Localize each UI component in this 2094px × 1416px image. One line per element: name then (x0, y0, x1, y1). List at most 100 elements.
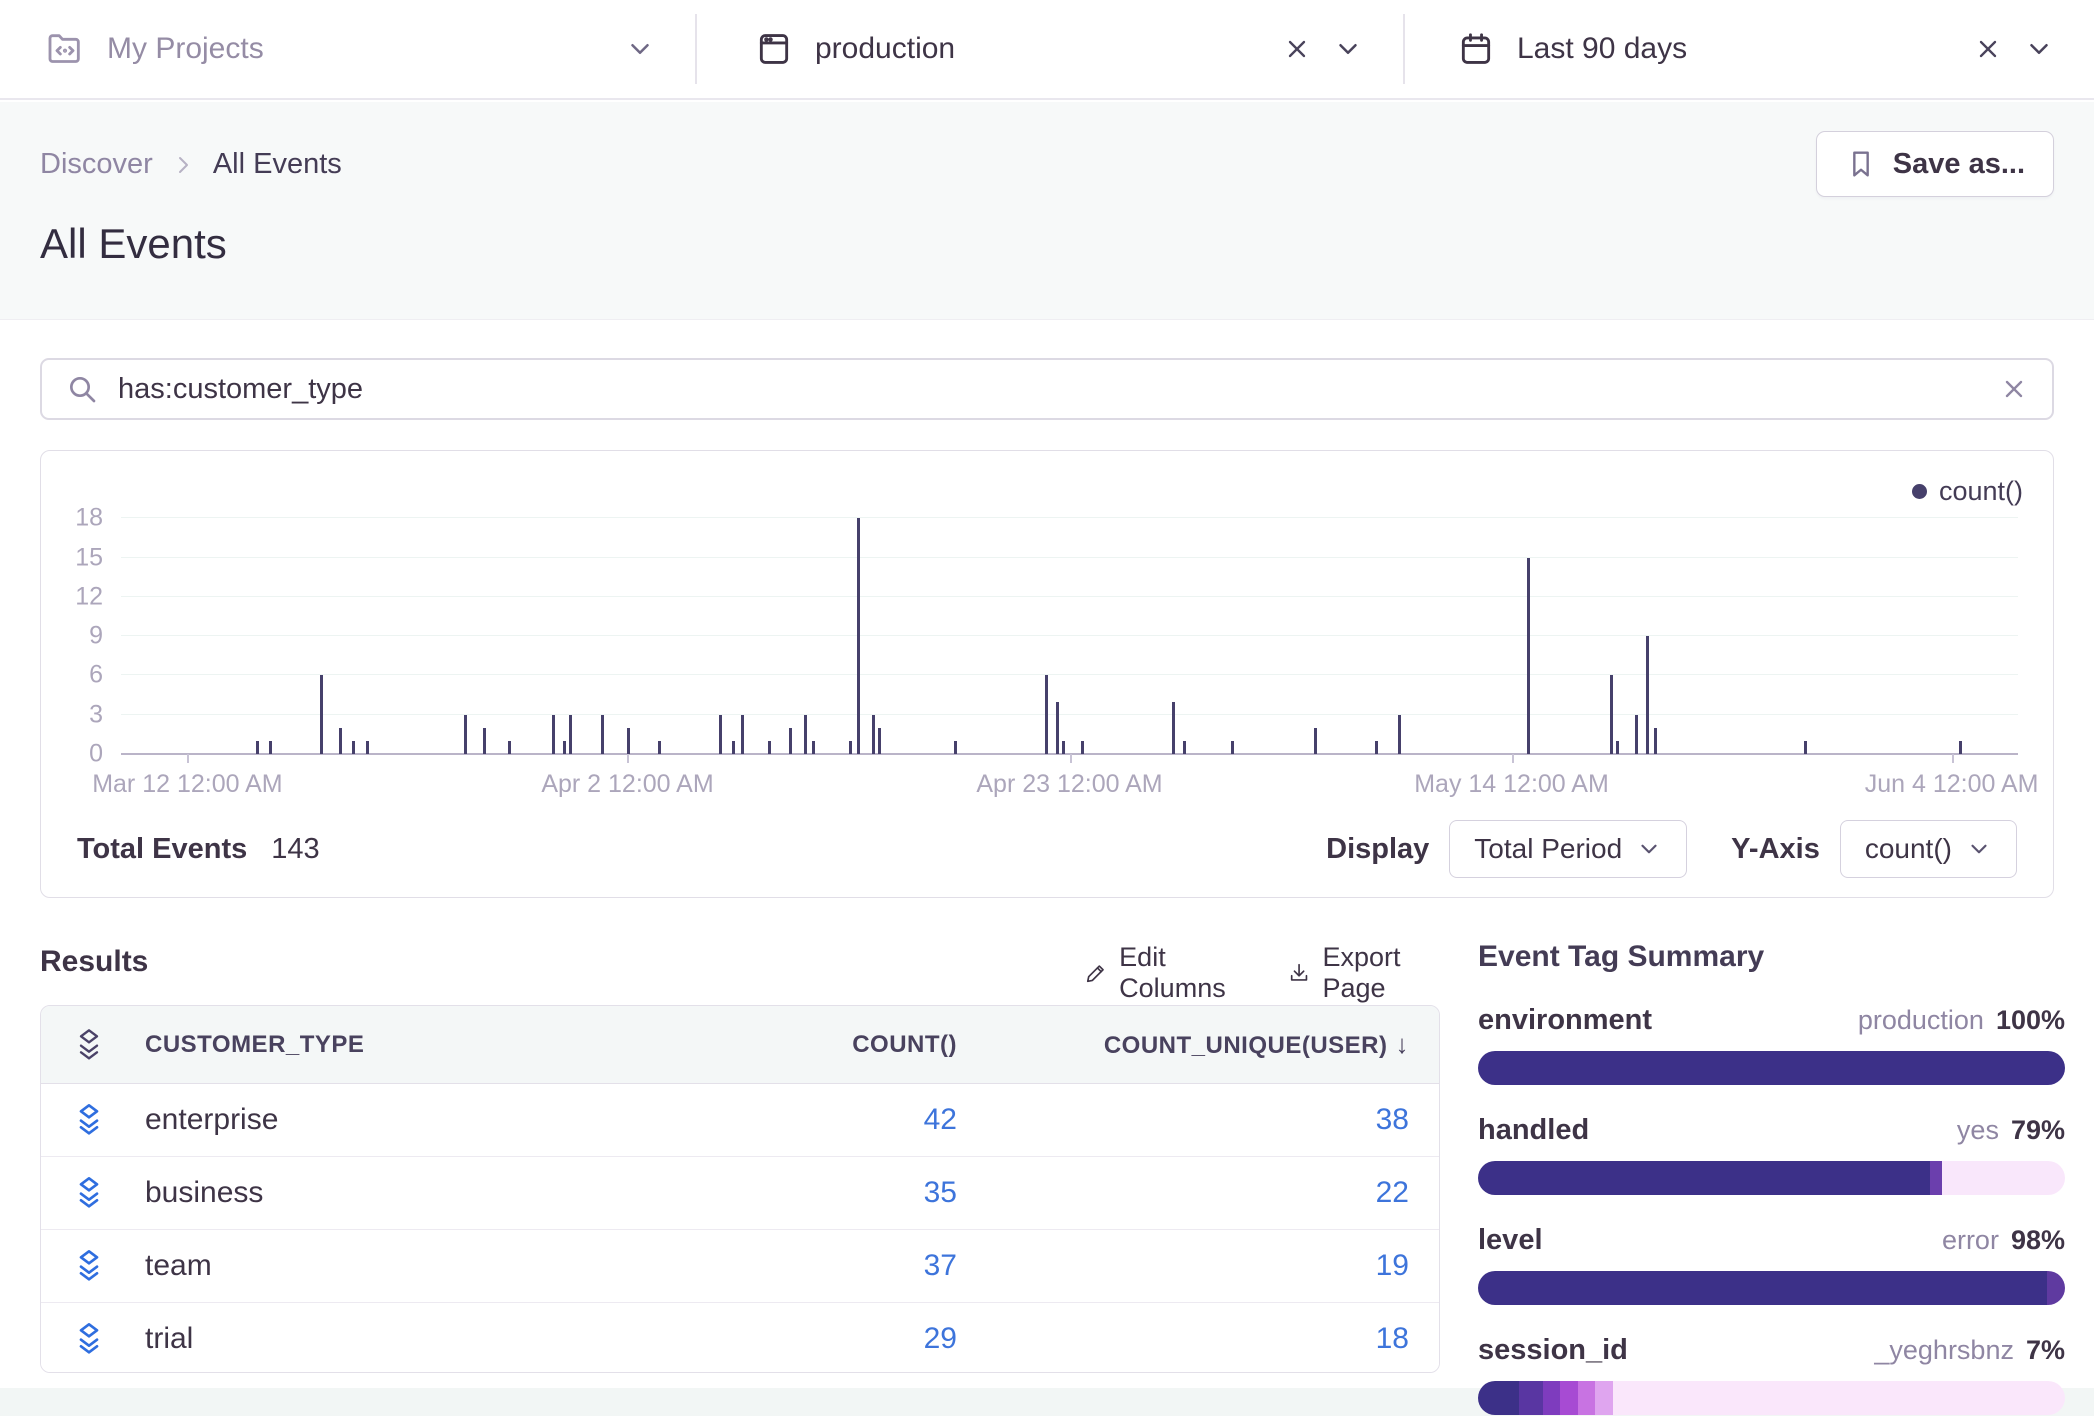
y-axis-value: count() (1865, 833, 1952, 865)
tag-percent: 98% (2011, 1225, 2065, 1256)
environment-selector-label: production (815, 32, 955, 66)
tag-top-value: error (1942, 1225, 1999, 1256)
event-count-bar (878, 728, 881, 754)
environment-window-icon (755, 30, 793, 68)
event-count-bar (256, 741, 259, 754)
results-table: CUSTOMER_TYPE COUNT() COUNT_UNIQUE(USER)… (40, 1005, 1440, 1373)
count-cell-link[interactable]: 37 (657, 1249, 957, 1283)
clear-search-icon[interactable] (2000, 375, 2028, 403)
search-input[interactable]: has:customer_type (118, 373, 2000, 406)
total-events-label: Total Events (77, 833, 247, 866)
column-header-customer-type[interactable]: CUSTOMER_TYPE (145, 1031, 657, 1059)
tag-top-value: yes (1957, 1115, 1999, 1146)
project-selector[interactable]: My Projects (0, 0, 695, 98)
events-chart-card: count() 0369121518Mar 12 12:00 AMApr 2 1… (40, 450, 2054, 898)
tag-bar-segment (1578, 1381, 1596, 1415)
save-as-button[interactable]: Save as... (1816, 131, 2054, 197)
event-count-bar (768, 741, 771, 754)
count-unique-cell-link[interactable]: 19 (957, 1249, 1409, 1283)
save-as-label: Save as... (1893, 148, 2025, 181)
events-time-series-plot: 0369121518Mar 12 12:00 AMApr 2 12:00 AMA… (121, 476, 2018, 754)
layers-icon (73, 1248, 105, 1284)
x-axis-tick-label: Apr 23 12:00 AM (976, 770, 1162, 799)
count-unique-cell-link[interactable]: 22 (957, 1176, 1409, 1210)
event-count-bar (857, 518, 860, 754)
event-tag-summary: Event Tag Summary environmentproduction1… (1478, 940, 2065, 1416)
y-axis-tick-label: 9 (89, 622, 121, 651)
customer-type-cell: team (145, 1249, 657, 1283)
event-count-bar (658, 741, 661, 754)
table-row: enterprise4238 (41, 1084, 1439, 1157)
clear-environment-icon[interactable] (1283, 35, 1311, 63)
column-header-count-unique[interactable]: COUNT_UNIQUE(USER)↓ (957, 1029, 1409, 1060)
breadcrumb-current: All Events (213, 148, 342, 181)
breadcrumb: Discover All Events (40, 148, 342, 181)
gridline (121, 714, 2018, 715)
event-count-bar (1610, 675, 1613, 754)
event-count-bar (1056, 702, 1059, 754)
event-count-bar (1231, 741, 1234, 754)
gridline (121, 517, 2018, 518)
x-axis-tick-label: Mar 12 12:00 AM (92, 770, 282, 799)
export-page-button[interactable]: Export Page (1288, 942, 1440, 1004)
tag-distribution-bar[interactable] (1478, 1161, 2065, 1195)
chevron-down-icon (625, 34, 655, 64)
event-count-bar (789, 728, 792, 754)
table-row: team3719 (41, 1230, 1439, 1303)
event-count-bar (741, 715, 744, 754)
display-mode-dropdown[interactable]: Total Period (1449, 820, 1687, 878)
event-count-bar (849, 741, 852, 754)
edit-columns-button[interactable]: Edit Columns (1085, 942, 1246, 1004)
date-range-selector[interactable]: Last 90 days (1405, 0, 2094, 98)
event-count-bar (552, 715, 555, 754)
event-count-bar (569, 715, 572, 754)
layers-icon (73, 1102, 105, 1138)
table-row: trial2918 (41, 1303, 1439, 1373)
event-count-bar (1616, 741, 1619, 754)
column-header-count[interactable]: COUNT() (657, 1031, 957, 1059)
x-axis-tick (1070, 754, 1072, 763)
tag-distribution-bar[interactable] (1478, 1271, 2065, 1305)
layers-icon (73, 1175, 105, 1211)
event-count-bar (1045, 675, 1048, 754)
event-count-bar (352, 741, 355, 754)
event-count-bar (1183, 741, 1186, 754)
export-page-label: Export Page (1322, 942, 1440, 1004)
event-tag-summary-heading: Event Tag Summary (1478, 940, 2065, 974)
event-count-bar (269, 741, 272, 754)
tag-bar-segment (1930, 1161, 1942, 1195)
tag-bar-segment (1478, 1271, 2047, 1305)
results-actions: Edit Columns Export Page (1085, 942, 1440, 1004)
event-count-bar (1062, 741, 1065, 754)
y-axis-tick-label: 0 (89, 740, 121, 769)
x-axis-tick-label: Apr 2 12:00 AM (541, 770, 713, 799)
layers-icon (73, 1027, 105, 1063)
gridline (121, 635, 2018, 636)
event-count-bar (627, 728, 630, 754)
customer-type-cell: enterprise (145, 1103, 657, 1137)
results-table-header: CUSTOMER_TYPE COUNT() COUNT_UNIQUE(USER)… (41, 1006, 1439, 1084)
count-unique-cell-link[interactable]: 38 (957, 1103, 1409, 1137)
search-bar[interactable]: has:customer_type (40, 358, 2054, 420)
environment-selector[interactable]: production (697, 0, 1403, 98)
tag-distribution-bar[interactable] (1478, 1381, 2065, 1415)
y-axis-dropdown[interactable]: count() (1840, 820, 2017, 878)
y-axis-tick-label: 3 (89, 700, 121, 729)
tag-bar-segment (1613, 1381, 2065, 1415)
breadcrumb-discover-link[interactable]: Discover (40, 148, 153, 181)
chevron-down-icon (1333, 34, 1363, 64)
breadcrumb-chevron-icon (171, 153, 195, 177)
gridline (121, 557, 2018, 558)
count-cell-link[interactable]: 29 (657, 1322, 957, 1356)
count-unique-cell-link[interactable]: 18 (957, 1322, 1409, 1356)
count-cell-link[interactable]: 35 (657, 1176, 957, 1210)
count-cell-link[interactable]: 42 (657, 1103, 957, 1137)
event-count-bar (719, 715, 722, 754)
tag-name: environment (1478, 1004, 1652, 1037)
tag-name: session_id (1478, 1334, 1628, 1367)
event-count-bar (320, 675, 323, 754)
tag-summary-row: environmentproduction100% (1478, 1004, 2065, 1085)
clear-date-range-icon[interactable] (1974, 35, 2002, 63)
sort-descending-icon: ↓ (1396, 1029, 1410, 1059)
tag-distribution-bar[interactable] (1478, 1051, 2065, 1085)
